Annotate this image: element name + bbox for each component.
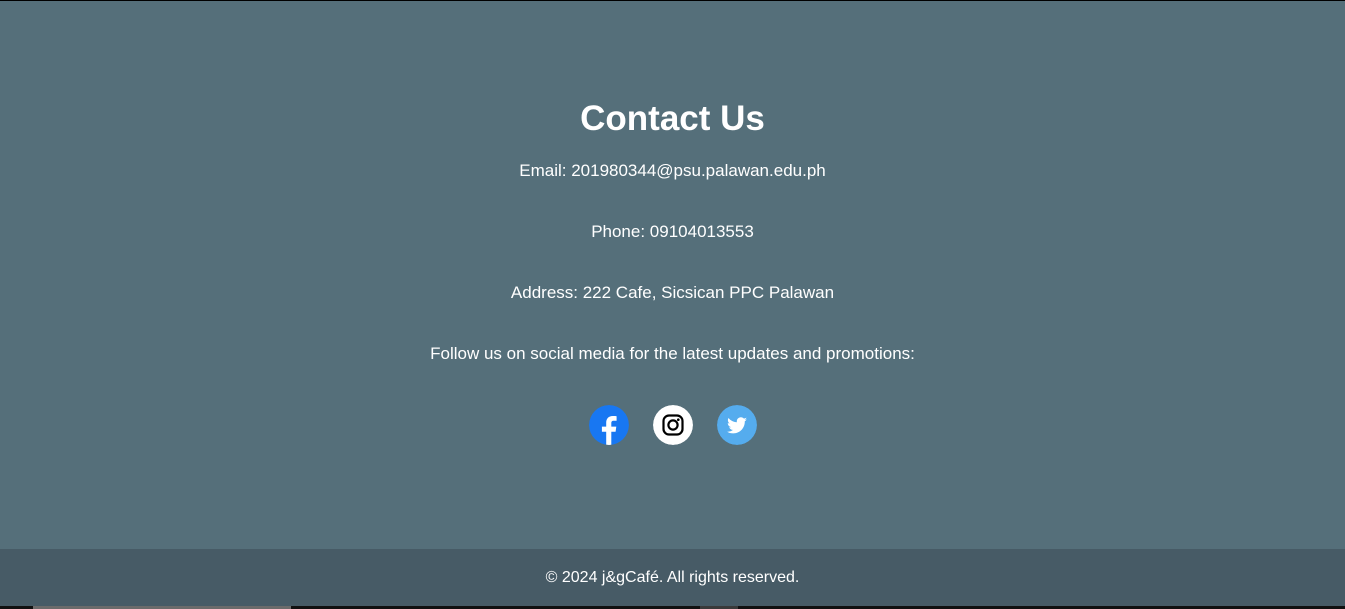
instagram-icon xyxy=(652,405,693,445)
facebook-link[interactable] xyxy=(588,405,629,445)
footer-copyright: © 2024 j&gCafé. All rights reserved. xyxy=(545,569,800,586)
contact-phone: Phone: 09104013553 xyxy=(591,222,754,241)
twitter-link[interactable] xyxy=(716,405,757,445)
footer: © 2024 j&gCafé. All rights reserved. xyxy=(0,549,1345,606)
social-links xyxy=(0,405,1345,445)
facebook-icon xyxy=(588,405,629,445)
social-follow-text: Follow us on social media for the latest… xyxy=(430,344,915,363)
instagram-link[interactable] xyxy=(652,405,693,445)
contact-email: Email: 201980344@psu.palawan.edu.ph xyxy=(519,161,826,180)
contact-title: Contact Us xyxy=(580,99,765,138)
twitter-icon xyxy=(716,405,757,445)
contact-section: Contact Us Email: 201980344@psu.palawan.… xyxy=(0,1,1345,549)
contact-address: Address: 222 Cafe, Sicsican PPC Palawan xyxy=(510,283,835,302)
